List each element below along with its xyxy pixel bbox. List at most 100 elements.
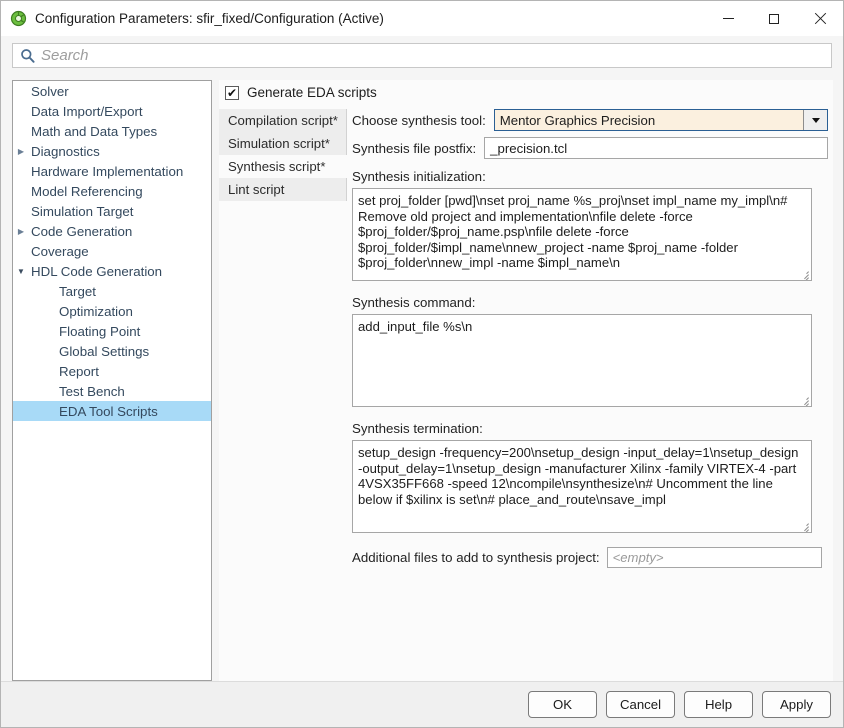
ok-button[interactable]: OK [528, 691, 597, 718]
settings-tree[interactable]: Solver Data Import/Export Math and Data … [12, 80, 212, 681]
file-postfix-value: _precision.tcl [485, 141, 567, 156]
file-postfix-label: Synthesis file postfix: [352, 141, 476, 156]
search-input[interactable]: Search [12, 43, 832, 68]
tree-item-global-settings[interactable]: Global Settings [13, 341, 211, 361]
tree-item-label: Simulation Target [29, 204, 134, 219]
initialization-label: Synthesis initialization: [352, 169, 828, 184]
search-icon [20, 48, 35, 63]
tree-spacer [13, 407, 29, 416]
chevron-right-icon[interactable]: ▶ [13, 147, 29, 156]
tree-spacer [13, 307, 29, 316]
synthesis-tool-label: Choose synthesis tool: [352, 113, 486, 128]
tree-spacer [13, 287, 29, 296]
chevron-down-icon[interactable] [803, 110, 827, 130]
tree-item-solver[interactable]: Solver [13, 81, 211, 101]
tree-spacer [13, 327, 29, 336]
tree-spacer [13, 87, 29, 96]
additional-files-input[interactable]: <empty> [607, 547, 822, 568]
generate-eda-scripts-checkbox[interactable]: ✔ [225, 86, 239, 100]
dialog-footer: OK Cancel Help Apply [1, 681, 843, 727]
content-panel: ✔ Generate EDA scripts Compilation scrip… [219, 80, 833, 681]
tab-compilation-script-[interactable]: Compilation script* [219, 109, 347, 132]
title-bar: Configuration Parameters: sfir_fixed/Con… [1, 1, 843, 36]
apply-button[interactable]: Apply [762, 691, 831, 718]
tree-spacer [13, 207, 29, 216]
tree-item-label: Floating Point [29, 324, 140, 339]
synthesis-script-form: Choose synthesis tool: Mentor Graphics P… [352, 109, 828, 568]
tree-item-code-generation[interactable]: ▶Code Generation [13, 221, 211, 241]
synthesis-tool-row: Choose synthesis tool: Mentor Graphics P… [352, 109, 828, 131]
tree-item-test-bench[interactable]: Test Bench [13, 381, 211, 401]
configuration-parameters-window: Configuration Parameters: sfir_fixed/Con… [0, 0, 844, 728]
tree-item-label: Hardware Implementation [29, 164, 183, 179]
tree-item-label: Model Referencing [29, 184, 143, 199]
additional-files-placeholder: <empty> [608, 550, 664, 565]
termination-textarea[interactable]: setup_design -frequency=200\nsetup_desig… [352, 440, 812, 533]
close-button[interactable] [797, 1, 843, 36]
tree-spacer [13, 247, 29, 256]
tree-item-label: Test Bench [29, 384, 125, 399]
chevron-right-icon[interactable]: ▶ [13, 227, 29, 236]
tree-spacer [13, 187, 29, 196]
tree-item-label: Diagnostics [29, 144, 100, 159]
tree-item-optimization[interactable]: Optimization [13, 301, 211, 321]
tree-spacer [13, 367, 29, 376]
tree-item-target[interactable]: Target [13, 281, 211, 301]
chevron-down-icon[interactable]: ▼ [13, 267, 29, 276]
tree-item-coverage[interactable]: Coverage [13, 241, 211, 261]
tree-item-hdl-code-generation[interactable]: ▼HDL Code Generation [13, 261, 211, 281]
tree-item-diagnostics[interactable]: ▶Diagnostics [13, 141, 211, 161]
tree-item-label: Target [29, 284, 96, 299]
termination-label: Synthesis termination: [352, 421, 828, 436]
tree-item-math-and-data-types[interactable]: Math and Data Types [13, 121, 211, 141]
tree-spacer [13, 127, 29, 136]
tree-item-report[interactable]: Report [13, 361, 211, 381]
tree-item-label: Report [29, 364, 99, 379]
window-title: Configuration Parameters: sfir_fixed/Con… [35, 11, 384, 26]
additional-files-row: Additional files to add to synthesis pro… [352, 547, 828, 568]
resize-grip-icon[interactable] [799, 395, 809, 405]
file-postfix-input[interactable]: _precision.tcl [484, 137, 828, 159]
initialization-textarea[interactable]: set proj_folder [pwd]\nset proj_name %s_… [352, 188, 812, 281]
minimize-button[interactable] [705, 1, 751, 36]
command-value: add_input_file %s\n [358, 319, 472, 334]
tree-item-label: Coverage [29, 244, 89, 259]
maximize-button[interactable] [751, 1, 797, 36]
tab-synthesis-script-[interactable]: Synthesis script* [219, 155, 347, 178]
tree-spacer [13, 347, 29, 356]
script-tab-list[interactable]: Compilation script*Simulation script*Syn… [219, 109, 347, 201]
synthesis-tool-select[interactable]: Mentor Graphics Precision [494, 109, 828, 131]
tree-item-label: HDL Code Generation [29, 264, 162, 279]
additional-files-label: Additional files to add to synthesis pro… [352, 550, 600, 565]
tree-item-eda-tool-scripts[interactable]: EDA Tool Scripts [13, 401, 211, 421]
cancel-button[interactable]: Cancel [606, 691, 675, 718]
tree-item-label: Solver [29, 84, 69, 99]
initialization-value: set proj_folder [pwd]\nset proj_name %s_… [358, 193, 787, 270]
tab-simulation-script-[interactable]: Simulation script* [219, 132, 347, 155]
resize-grip-icon[interactable] [799, 269, 809, 279]
resize-grip-icon[interactable] [799, 521, 809, 531]
search-placeholder: Search [41, 47, 89, 64]
generate-eda-scripts-row[interactable]: ✔ Generate EDA scripts [225, 85, 377, 100]
tree-item-model-referencing[interactable]: Model Referencing [13, 181, 211, 201]
tree-item-data-import-export[interactable]: Data Import/Export [13, 101, 211, 121]
tree-spacer [13, 387, 29, 396]
generate-eda-scripts-label: Generate EDA scripts [247, 85, 377, 100]
tree-item-simulation-target[interactable]: Simulation Target [13, 201, 211, 221]
simulink-icon [10, 10, 27, 27]
tree-item-label: Optimization [29, 304, 133, 319]
tree-spacer [13, 167, 29, 176]
command-textarea[interactable]: add_input_file %s\n [352, 314, 812, 407]
tree-item-label: Data Import/Export [29, 104, 143, 119]
tab-lint-script[interactable]: Lint script [219, 178, 347, 201]
window-controls [705, 1, 843, 36]
tree-item-label: EDA Tool Scripts [29, 404, 158, 419]
tree-item-label: Global Settings [29, 344, 149, 359]
command-label: Synthesis command: [352, 295, 828, 310]
help-button[interactable]: Help [684, 691, 753, 718]
tree-item-label: Math and Data Types [29, 124, 157, 139]
tree-item-hardware-implementation[interactable]: Hardware Implementation [13, 161, 211, 181]
tree-item-floating-point[interactable]: Floating Point [13, 321, 211, 341]
synthesis-tool-value: Mentor Graphics Precision [495, 113, 655, 128]
footer-buttons: OK Cancel Help Apply [528, 691, 831, 718]
